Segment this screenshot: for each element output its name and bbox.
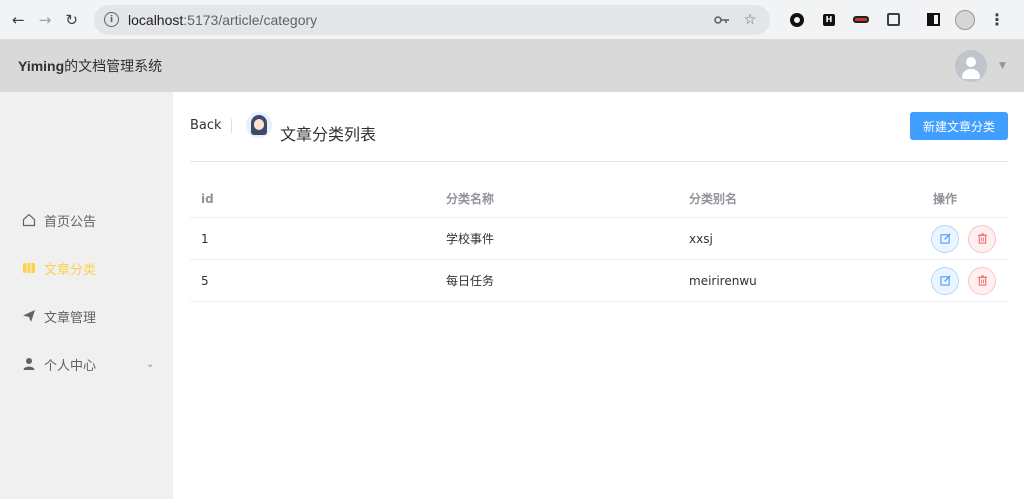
sidebar-item-home[interactable]: 首页公告: [0, 200, 173, 240]
browser-toolbar: ← → ↻ i localhost:5173/article/category …: [0, 0, 1024, 40]
back-link[interactable]: Back: [190, 118, 222, 133]
edit-button[interactable]: [931, 266, 959, 295]
send-icon: [22, 309, 36, 323]
cell-alias: meirirenwu: [689, 273, 757, 288]
page-avatar-icon: [246, 112, 272, 138]
browser-menu-icon[interactable]: ⋮: [984, 7, 1010, 33]
edit-button[interactable]: [931, 224, 959, 253]
column-header-name: 分类名称: [446, 192, 495, 206]
page-header: Back 文章分类列表 新建文章分类: [190, 110, 1008, 162]
sidebar-item-label: 文章管理: [44, 310, 97, 326]
back-arrow-icon[interactable]: ←: [8, 8, 29, 32]
avatar-body: [962, 69, 980, 79]
page-title: 文章分类列表: [280, 125, 377, 144]
chevron-down-icon[interactable]: ⌄: [146, 359, 154, 370]
column-header-id: id: [201, 191, 214, 206]
profile-icon[interactable]: [952, 7, 978, 33]
key-icon[interactable]: [712, 10, 732, 30]
extensions-puzzle-icon[interactable]: [880, 7, 906, 33]
home-icon: [22, 213, 36, 227]
cell-id: 1: [201, 231, 209, 246]
site-info-icon[interactable]: i: [104, 12, 120, 27]
add-category-button[interactable]: 新建文章分类: [909, 112, 1008, 140]
column-header-actions: 操作: [933, 192, 958, 206]
category-table: id 分类名称 分类别名 操作 1 学校事件 xxsj 5 每日任务 meiri…: [190, 180, 1008, 302]
sidebar-item-label: 首页公告: [44, 214, 97, 230]
sidebar-item-profile[interactable]: 个人中心 ⌄: [0, 344, 173, 384]
sidebar-item-category[interactable]: 文章分类: [0, 248, 173, 288]
divider: [231, 119, 232, 133]
cell-name: 学校事件: [446, 232, 495, 246]
cell-alias: xxsj: [689, 231, 713, 246]
sidebar-item-articles[interactable]: 文章管理: [0, 296, 173, 336]
caret-down-icon[interactable]: ▼: [999, 61, 1006, 71]
url-text[interactable]: localhost:5173/article/category: [128, 12, 704, 28]
extension-h-icon[interactable]: H: [816, 7, 842, 33]
edit-icon: [939, 233, 951, 244]
edit-icon: [939, 275, 951, 286]
user-icon: [22, 357, 36, 371]
category-icon: [22, 261, 36, 275]
column-header-alias: 分类别名: [689, 192, 738, 206]
cell-actions: [922, 266, 1008, 295]
app-header: Yiming的文档管理系统 ▼: [0, 40, 1024, 92]
cell-actions: [922, 224, 1008, 253]
bookmark-star-icon[interactable]: ☆: [740, 10, 760, 30]
sidebar-item-label: 文章分类: [44, 262, 97, 278]
sidebar-item-label: 个人中心: [44, 358, 97, 374]
delete-button[interactable]: [968, 266, 996, 295]
extension-circle-icon[interactable]: [784, 7, 810, 33]
cell-name: 每日任务: [446, 274, 495, 288]
table-row: 1 学校事件 xxsj: [190, 218, 1008, 260]
side-panel-icon[interactable]: [920, 7, 946, 33]
delete-button[interactable]: [968, 224, 996, 253]
avatar-head: [966, 57, 976, 67]
cell-id: 5: [201, 273, 209, 288]
app-title: Yiming的文档管理系统: [18, 58, 163, 74]
address-bar[interactable]: i localhost:5173/article/category ☆: [94, 4, 771, 35]
reload-icon[interactable]: ↻: [61, 8, 82, 32]
trash-icon: [977, 233, 987, 244]
forward-arrow-icon[interactable]: →: [35, 8, 56, 32]
table-header-row: id 分类名称 分类别名 操作: [190, 180, 1008, 218]
trash-icon: [977, 275, 987, 286]
user-avatar[interactable]: [955, 50, 987, 82]
extension-glasses-icon[interactable]: [848, 7, 874, 33]
table-row: 5 每日任务 meirirenwu: [190, 260, 1008, 302]
main-content: Back 文章分类列表 新建文章分类 id 分类名称 分类别名 操作 1 学校事…: [173, 92, 1024, 499]
sidebar: 首页公告 文章分类 文章管理 个人中心 ⌄: [0, 92, 173, 499]
